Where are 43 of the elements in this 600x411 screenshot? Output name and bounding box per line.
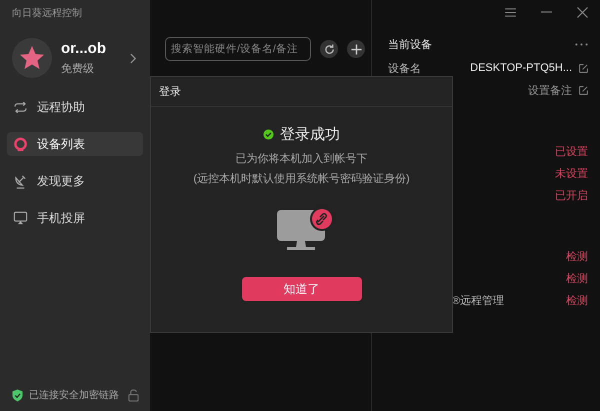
row-value[interactable]: 检测 (566, 292, 588, 308)
close-icon[interactable] (577, 6, 588, 18)
dialog-message: 已为你将本机加入到帐号下 (236, 152, 368, 166)
refresh-icon (324, 44, 334, 54)
row-value[interactable]: 检测 (566, 270, 588, 286)
nav-item[interactable]: 远程协助 (7, 95, 143, 119)
plus-icon (350, 44, 362, 54)
edit-icon[interactable] (579, 64, 588, 72)
screen-cast-icon (13, 211, 28, 225)
link-arrows-icon (13, 102, 28, 112)
linked-monitor-icon (276, 207, 334, 253)
dialog-message: (远控本机时默认使用系统帐号密码验证身份) (193, 172, 410, 186)
chevron-right-icon[interactable] (130, 52, 137, 64)
user-plan: 免费级 (61, 62, 95, 76)
nav-item[interactable]: 发现更多 (7, 169, 143, 193)
confirm-button[interactable]: 知道了 (242, 277, 362, 301)
shield-check-icon (12, 388, 23, 402)
more-icon[interactable] (575, 43, 588, 46)
connection-status: 已连接安全加密链路 (29, 388, 120, 402)
nav-item[interactable]: 手机投屏 (7, 206, 143, 230)
row-value[interactable]: 已设置 (555, 144, 588, 158)
search-field[interactable]: 搜索智能硬件/设备名/备注 (165, 37, 311, 61)
minimize-icon[interactable] (541, 11, 552, 13)
success-heading: 登录成功 (280, 125, 340, 144)
row-value: DESKTOP-PTQ5H... (470, 62, 572, 74)
ring-icon (13, 136, 28, 152)
check-circle-icon (263, 129, 274, 140)
app-title: 向日葵远程控制 (11, 6, 83, 20)
nav-item[interactable]: 设备列表 (7, 132, 143, 156)
row-value[interactable]: 已开启 (555, 188, 588, 202)
refresh-button[interactable] (320, 40, 338, 58)
satellite-dish-icon (13, 174, 28, 188)
row-label: 设备名 (388, 62, 421, 76)
row-value: 设置备注 (528, 84, 572, 98)
unlocked-lock-icon[interactable] (128, 388, 139, 402)
user-name: or...ob (61, 40, 107, 57)
row-value[interactable]: 检测 (566, 248, 588, 264)
menu-icon[interactable] (505, 8, 516, 16)
panel-title: 当前设备 (388, 38, 432, 52)
add-button[interactable] (347, 40, 365, 58)
row-value[interactable]: 未设置 (555, 166, 588, 180)
edit-icon[interactable] (579, 86, 588, 94)
dialog-title: 登录 (151, 77, 452, 107)
